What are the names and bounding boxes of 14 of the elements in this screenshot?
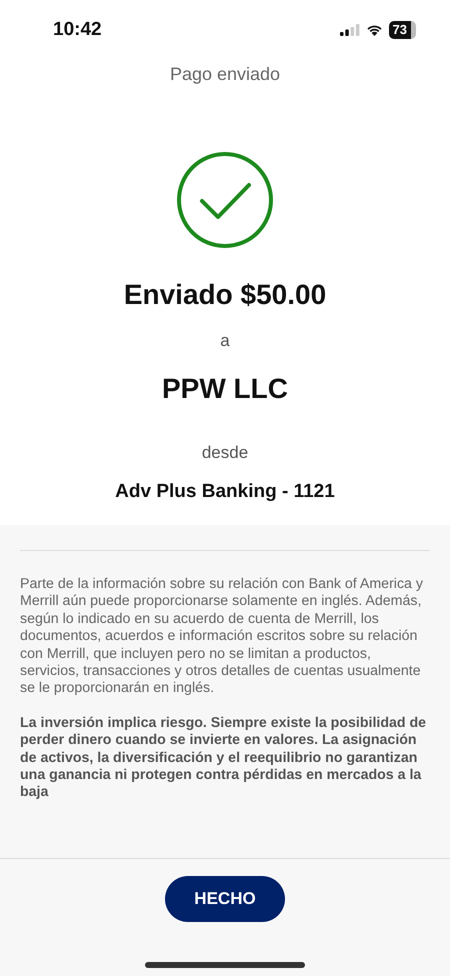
payee-name: PPW LLC — [162, 373, 288, 405]
done-button[interactable]: HECHO — [165, 876, 285, 922]
account-name: Adv Plus Banking - 1121 — [115, 481, 335, 503]
disclosure-paragraph: Parte de la información sobre su relación con Bank of America y Merrill aún puede proporcionarse solamente en inglés. Además, según lo indicado en su acuerdo de cuenta de Merrill, los documentos, acuerdos e información escritos sobre su relación con Merrill, que incluyen pero no se limitan a productos, servicios, transacciones y otros detalles de cuentas usualmente se le proporcionarán en inglés. — [20, 576, 424, 698]
signal-icon — [340, 24, 360, 36]
screen-title: Pago enviado — [170, 64, 280, 85]
clock-time: 10:42 — [53, 18, 102, 40]
disclosure-paragraph: La inversión implica riesgo. Siempre existe la posibilidad de perder dinero cuando se invierte en valores. La asignación de activos, la diversificación y el reequilibrio no garantizan una ganancia ni protegen contra pérdidas en mercados a la baja — [20, 714, 428, 802]
wifi-icon — [366, 24, 383, 36]
to-label: a — [220, 331, 230, 351]
checkmark-icon — [176, 151, 274, 249]
amount-text: Enviado $50.00 — [124, 279, 326, 311]
battery-icon: 73 — [388, 20, 416, 38]
from-label: desde — [202, 443, 248, 463]
